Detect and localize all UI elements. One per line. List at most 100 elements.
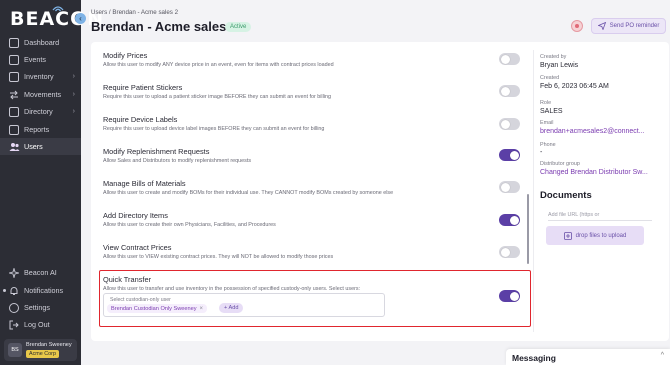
sidebar-item-inventory[interactable]: Inventory › xyxy=(0,68,81,85)
quick-transfer-toggle[interactable] xyxy=(499,290,520,302)
sidebar-item-label: Settings xyxy=(24,303,50,312)
collapse-sidebar-button[interactable]: ‹ xyxy=(75,13,86,24)
status-badge: Active xyxy=(225,22,252,32)
email-label: Email xyxy=(540,120,554,126)
require-device-labels-toggle[interactable] xyxy=(499,118,520,130)
scrollbar[interactable] xyxy=(527,194,529,264)
send-po-reminder-button[interactable]: Send PO reminder xyxy=(591,18,666,34)
reports-icon xyxy=(9,124,19,135)
add-user-button[interactable]: + Add xyxy=(219,303,244,313)
sidebar-item-logout[interactable]: Log Out xyxy=(0,316,81,333)
email-link[interactable]: brendan+acmesales2@connect... xyxy=(540,128,645,135)
phone-label: Phone xyxy=(540,142,556,148)
breadcrumb-current: Brendan - Acme sales 2 xyxy=(112,9,179,16)
chip-label: Brendan Custodian Only Sweeney xyxy=(111,305,197,312)
distributor-group-link[interactable]: Changed Brendan Distributor Sw... xyxy=(540,169,648,176)
sidebar-item-label: Users xyxy=(24,142,43,151)
sparkle-icon xyxy=(7,266,21,279)
page-title: Brendan - Acme sales 2 xyxy=(91,19,238,34)
manage-bills-of-materials-toggle[interactable] xyxy=(499,181,520,193)
sidebar-item-reports[interactable]: Reports xyxy=(0,121,81,138)
sidebar-item-label: Directory xyxy=(24,107,53,116)
breadcrumb: Users / Brendan - Acme sales 2 xyxy=(91,9,178,16)
setting-description: Allow Sales and Distributors to modify r… xyxy=(103,158,252,164)
sidebar-item-directory[interactable]: Directory › xyxy=(0,103,81,120)
sidebar-item-label: Log Out xyxy=(24,320,50,329)
sidebar-item-notifications[interactable]: Notifications xyxy=(0,282,81,299)
sidebar-item-label: Inventory xyxy=(24,72,54,81)
setting-title: Require Patient Stickers xyxy=(103,83,183,92)
view-contract-prices-toggle[interactable] xyxy=(499,246,520,258)
setting-description: Allow this user to create their own Phys… xyxy=(103,222,276,228)
sidebar-item-label: Beacon AI xyxy=(24,268,57,277)
dashboard-icon xyxy=(9,37,19,48)
selected-user-chip[interactable]: Brendan Custodian Only Sweeney × xyxy=(107,304,208,313)
created-value: Feb 6, 2023 06:45 AM xyxy=(540,83,609,90)
box-icon xyxy=(9,71,19,82)
setting-view-contract-prices: View Contract Prices Allow this user to … xyxy=(103,243,523,260)
close-icon[interactable]: × xyxy=(200,306,204,312)
sidebar-item-label: Reports xyxy=(24,125,50,134)
sidebar-item-beacon-ai[interactable]: Beacon AI xyxy=(0,264,81,281)
setting-description: Require this user to upload a patient st… xyxy=(103,94,332,100)
setting-title: Modify Prices xyxy=(103,51,148,60)
sidebar-item-dashboard[interactable]: Dashboard xyxy=(0,34,81,51)
breadcrumb-users-link[interactable]: Users xyxy=(91,9,107,16)
setting-quick-transfer: Quick Transfer Allow this user to transf… xyxy=(103,275,523,292)
permissions-list[interactable]: Modify Prices Allow this user to modify … xyxy=(91,42,531,341)
add-directory-items-toggle[interactable] xyxy=(499,214,520,226)
messaging-title: Messaging xyxy=(512,353,556,363)
user-profile-card[interactable]: BS Brendan Sweeney Acme Corp xyxy=(4,339,77,361)
setting-description: Require this user to upload device label… xyxy=(103,126,325,132)
setting-title: View Contract Prices xyxy=(103,243,172,252)
setting-description: Allow this user to VIEW existing contrac… xyxy=(103,254,334,260)
documents-heading: Documents xyxy=(540,190,592,201)
setting-description: Allow this user to modify ANY device pri… xyxy=(103,62,334,68)
gear-icon xyxy=(9,302,19,313)
sidebar-item-label: Events xyxy=(24,55,46,64)
avatar: BS xyxy=(8,343,22,357)
file-url-input[interactable]: Add file URL (https or xyxy=(548,212,652,221)
role-value: SALES xyxy=(540,108,563,115)
modify-replenishment-requests-toggle[interactable] xyxy=(499,149,520,161)
created-by-value: Bryan Lewis xyxy=(540,62,579,69)
send-icon xyxy=(597,22,606,30)
sidebar-item-label: Movements xyxy=(24,90,62,99)
role-label: Role xyxy=(540,100,552,106)
setting-modify-replenishment-requests: Modify Replenishment Requests Allow Sale… xyxy=(103,147,523,164)
upload-dropzone[interactable]: drop files to upload xyxy=(546,226,644,245)
directory-icon xyxy=(9,106,19,117)
modify-prices-toggle[interactable] xyxy=(499,53,520,65)
setting-title: Quick Transfer xyxy=(103,275,152,284)
setting-manage-bills-of-materials: Manage Bills of Materials Allow this use… xyxy=(103,179,523,196)
chevron-right-icon: › xyxy=(72,73,75,80)
setting-title: Manage Bills of Materials xyxy=(103,179,186,188)
setting-require-device-labels: Require Device Labels Require this user … xyxy=(103,115,523,132)
divider xyxy=(533,50,534,332)
alert-icon[interactable] xyxy=(571,20,583,32)
setting-add-directory-items: Add Directory Items Allow this user to c… xyxy=(103,211,523,228)
phone-value: - xyxy=(540,149,543,156)
user-name: Brendan Sweeney xyxy=(26,342,72,348)
chevron-up-icon[interactable]: ^ xyxy=(661,352,664,359)
require-patient-stickers-toggle[interactable] xyxy=(499,85,520,97)
setting-title: Modify Replenishment Requests xyxy=(103,147,210,156)
setting-description: Allow this user to transfer and use inve… xyxy=(103,286,361,292)
sidebar: BEACON Dashboard Events Inventory › Move… xyxy=(0,0,103,365)
breadcrumb-separator: / xyxy=(108,9,111,16)
sidebar-item-label: Notifications xyxy=(24,286,64,295)
select-label: Select custodian-only user xyxy=(110,297,171,303)
sidebar-item-users[interactable]: Users xyxy=(0,138,81,155)
sidebar-item-movements[interactable]: Movements › xyxy=(0,86,81,103)
arrows-icon xyxy=(9,90,19,100)
sidebar-item-events[interactable]: Events xyxy=(0,51,81,68)
messaging-panel[interactable]: Messaging ^ xyxy=(506,349,670,365)
sidebar-item-settings[interactable]: Settings xyxy=(0,299,81,316)
setting-require-patient-stickers: Require Patient Stickers Require this us… xyxy=(103,83,523,100)
bell-icon xyxy=(9,286,19,296)
created-label: Created xyxy=(540,75,560,81)
unread-dot-icon xyxy=(3,289,6,292)
created-by-label: Created by xyxy=(540,54,567,60)
org-badge: Acme Corp xyxy=(26,350,59,358)
upload-label: drop files to upload xyxy=(575,232,627,239)
